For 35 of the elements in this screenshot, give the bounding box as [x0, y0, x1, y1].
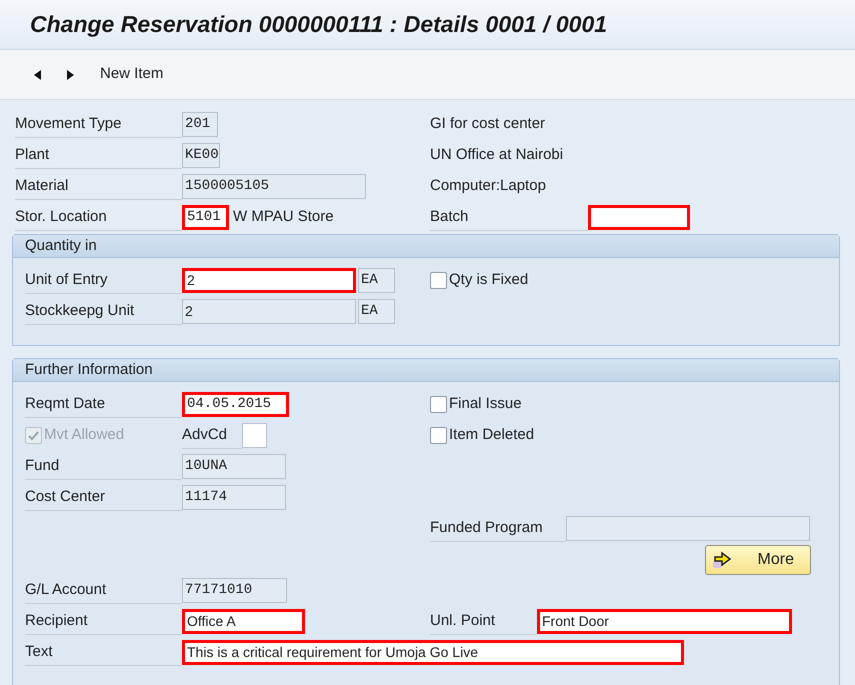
checkbox[interactable] [430, 272, 447, 289]
input-field[interactable]: 2 [182, 268, 356, 293]
input-field[interactable]: KE00 [182, 143, 220, 168]
checkbox-label: Final Issue [449, 394, 522, 414]
more-button[interactable]: More [705, 544, 811, 574]
input-field[interactable]: 1500005105 [182, 174, 366, 199]
window-title: Change Reservation 0000000111 : Details 0001 / 0001 [30, 10, 608, 40]
input-field[interactable]: 2 [182, 299, 356, 324]
input-field[interactable]: 11174 [182, 485, 286, 510]
checkbox[interactable] [430, 396, 447, 413]
input-field[interactable]: EA [358, 299, 395, 324]
input-field[interactable] [588, 205, 690, 230]
checkbox-label: Qty is Fixed [449, 270, 528, 290]
input-field[interactable]: 201 [182, 112, 218, 137]
description-text: W MPAU Store [233, 207, 334, 228]
arrow-icon [712, 550, 734, 568]
input-field[interactable] [566, 516, 810, 541]
checkmark-icon [27, 429, 40, 442]
checkbox-label: Item Deleted [449, 425, 534, 446]
group-title: Quantity in [25, 236, 97, 256]
group-title: Further Information [25, 360, 153, 380]
input-field[interactable]: EA [358, 268, 395, 293]
checkbox[interactable] [430, 427, 447, 444]
input-field[interactable]: Front Door [537, 609, 792, 634]
description-text: Computer:Laptop [430, 176, 546, 196]
new-item-button[interactable]: New Item [98, 63, 166, 86]
description-text: UN Office at Nairobi [430, 145, 564, 166]
input-field[interactable]: 10UNA [182, 454, 286, 479]
checkbox-label: Mvt Allowed [44, 425, 124, 446]
input-field[interactable]: This is a critical requirement for Umoja Go Live [182, 640, 684, 665]
input-field[interactable]: 77171010 [182, 578, 287, 603]
input-field[interactable]: Office A [182, 609, 305, 634]
description-text: GI for cost center [430, 114, 546, 134]
input-field[interactable]: 04.05.2015 [182, 392, 289, 417]
input-field[interactable]: 5101 [182, 205, 229, 230]
